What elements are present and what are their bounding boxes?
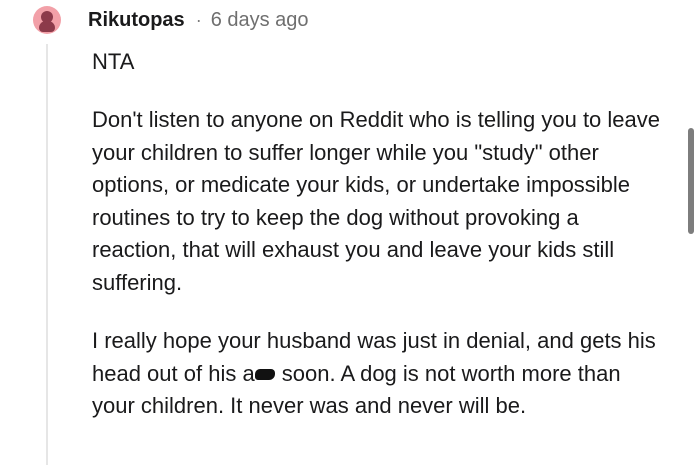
user-avatar-body [39, 21, 55, 32]
comment-meta: Rikutopas · 6 days ago [88, 8, 309, 32]
comment-paragraph-2: I really hope your husband was just in d… [92, 325, 662, 423]
comment-paragraph-1: Don't listen to anyone on Reddit who is … [92, 107, 660, 295]
timestamp[interactable]: 6 days ago [211, 9, 309, 32]
separator-dot: · [195, 9, 202, 30]
thread-line[interactable] [46, 44, 48, 465]
censor-mark [254, 368, 275, 380]
username[interactable]: Rikutopas [88, 9, 185, 32]
comment-verdict: NTA [92, 49, 135, 74]
avatar[interactable] [33, 6, 61, 34]
scrollbar[interactable] [688, 128, 694, 234]
